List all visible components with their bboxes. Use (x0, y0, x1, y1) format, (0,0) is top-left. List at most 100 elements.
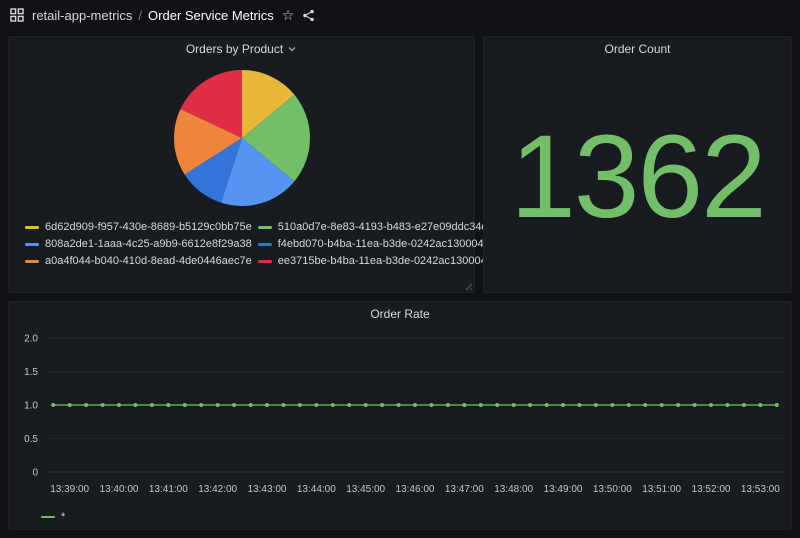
legend-item[interactable]: 510a0d7e-8e83-4193-b483-e27e09ddc34d (258, 219, 488, 235)
share-icon[interactable] (302, 9, 315, 22)
panel-title[interactable]: Orders by Product (186, 42, 283, 56)
rate-series-point (249, 403, 253, 407)
legend-item[interactable]: ee3715be-b4ba-11ea-b3de-0242ac130004 (258, 253, 488, 269)
panel-title[interactable]: Order Count (604, 42, 670, 56)
x-tick-label: 13:45:00 (346, 484, 385, 495)
rate-series-point (676, 403, 680, 407)
breadcrumb: retail-app-metrics / Order Service Metri… (32, 8, 274, 23)
rate-series-point (693, 403, 697, 407)
chevron-down-icon (287, 44, 297, 54)
rate-series-point (577, 403, 581, 407)
panel-header[interactable]: Order Rate (9, 302, 791, 326)
legend-color-marker (258, 243, 272, 246)
legend-label: 510a0d7e-8e83-4193-b483-e27e09ddc34d (278, 219, 488, 235)
rate-series-point (495, 403, 499, 407)
panel-header[interactable]: Order Count (484, 37, 791, 61)
rate-series-point (298, 403, 302, 407)
rate-series-point (660, 403, 664, 407)
rate-series-point (84, 403, 88, 407)
legend-color-marker (25, 260, 39, 263)
legend-color-marker (258, 260, 272, 263)
rate-series-point (462, 403, 466, 407)
y-tick-label: 1.0 (24, 401, 38, 412)
rate-series-point (709, 403, 713, 407)
panel-header[interactable]: Orders by Product (9, 37, 474, 61)
x-tick-label: 13:47:00 (445, 484, 484, 495)
y-tick-label: 1.5 (24, 367, 38, 378)
panel-order-count: Order Count 1362 (483, 36, 792, 293)
rate-series-point (331, 403, 335, 407)
rate-series-point (545, 403, 549, 407)
x-tick-label: 13:51:00 (642, 484, 681, 495)
x-tick-label: 13:40:00 (100, 484, 139, 495)
legend-color-marker (258, 226, 272, 229)
rate-series-point (117, 403, 121, 407)
rate-series-point (594, 403, 598, 407)
legend-color-marker (25, 243, 39, 246)
x-tick-label: 13:43:00 (248, 484, 287, 495)
x-tick-label: 13:48:00 (494, 484, 533, 495)
rate-series-point (758, 403, 762, 407)
x-tick-label: 13:49:00 (544, 484, 583, 495)
top-nav: retail-app-metrics / Order Service Metri… (0, 0, 800, 30)
legend-label: 6d62d909-f957-430e-8689-b5129c0bb75e (45, 219, 252, 235)
rate-series-point (446, 403, 450, 407)
legend-label: a0a4f044-b040-410d-8ead-4de0446aec7e (45, 253, 252, 269)
panel-orders-by-product: Orders by Product 6d62d909-f957-430e-868… (8, 36, 475, 293)
rate-series-point (232, 403, 236, 407)
rate-series-point (561, 403, 565, 407)
rate-series-point (199, 403, 203, 407)
x-tick-label: 13:39:00 (50, 484, 89, 495)
legend-label: f4ebd070-b4ba-11ea-b3de-0242ac130004 (278, 236, 484, 252)
rate-series-point (51, 403, 55, 407)
pie-chart[interactable] (169, 65, 315, 211)
rate-series-point (166, 403, 170, 407)
breadcrumb-folder[interactable]: retail-app-metrics (32, 8, 132, 23)
rate-series-point (643, 403, 647, 407)
pie-legend: 6d62d909-f957-430e-8689-b5129c0bb75e510a… (9, 211, 474, 275)
rate-legend-item[interactable]: * (11, 509, 791, 523)
stat-value: 1362 (510, 118, 765, 236)
x-tick-label: 13:53:00 (741, 484, 780, 495)
rate-series-point (742, 403, 746, 407)
legend-item[interactable]: 6d62d909-f957-430e-8689-b5129c0bb75e (25, 219, 252, 235)
dashboards-grid-icon[interactable] (10, 8, 24, 22)
rate-series-point (133, 403, 137, 407)
rate-series-point (512, 403, 516, 407)
x-tick-label: 13:44:00 (297, 484, 336, 495)
legend-label: * (61, 511, 65, 523)
y-tick-label: 2.0 (24, 334, 38, 345)
breadcrumb-separator: / (138, 8, 142, 23)
panel-title[interactable]: Order Rate (370, 307, 429, 321)
rate-series-point (725, 403, 729, 407)
legend-item[interactable]: a0a4f044-b040-410d-8ead-4de0446aec7e (25, 253, 252, 269)
x-tick-label: 13:50:00 (593, 484, 632, 495)
y-tick-label: 0 (32, 468, 38, 479)
legend-color-marker (41, 516, 55, 518)
x-tick-label: 13:52:00 (692, 484, 731, 495)
rate-series-point (281, 403, 285, 407)
rate-series-point (775, 403, 779, 407)
rate-series-point (265, 403, 269, 407)
rate-series-point (380, 403, 384, 407)
x-tick-label: 13:41:00 (149, 484, 188, 495)
rate-series-point (314, 403, 318, 407)
rate-series-point (68, 403, 72, 407)
star-icon[interactable]: ☆ (282, 8, 295, 22)
rate-series-point (183, 403, 187, 407)
legend-item[interactable]: 808a2de1-1aaa-4c25-a9b9-6612e8f29a38 (25, 236, 252, 252)
panel-resize-handle[interactable] (463, 281, 472, 290)
legend-label: ee3715be-b4ba-11ea-b3de-0242ac130004 (278, 253, 487, 269)
rate-chart[interactable]: 2.0 1.5 1.0 0.5 0 13:39:00 13:40:00 13:41:00 13:… (11, 328, 791, 504)
rate-series-point (627, 403, 631, 407)
breadcrumb-dashboard-title[interactable]: Order Service Metrics (148, 8, 274, 23)
rate-series-point (101, 403, 105, 407)
rate-series-point (216, 403, 220, 407)
legend-label: 808a2de1-1aaa-4c25-a9b9-6612e8f29a38 (45, 236, 252, 252)
rate-series-point (364, 403, 368, 407)
legend-item[interactable]: f4ebd070-b4ba-11ea-b3de-0242ac130004 (258, 236, 488, 252)
rate-series-point (347, 403, 351, 407)
y-tick-label: 0.5 (24, 434, 38, 445)
rate-series-point (429, 403, 433, 407)
rate-series-point (528, 403, 532, 407)
